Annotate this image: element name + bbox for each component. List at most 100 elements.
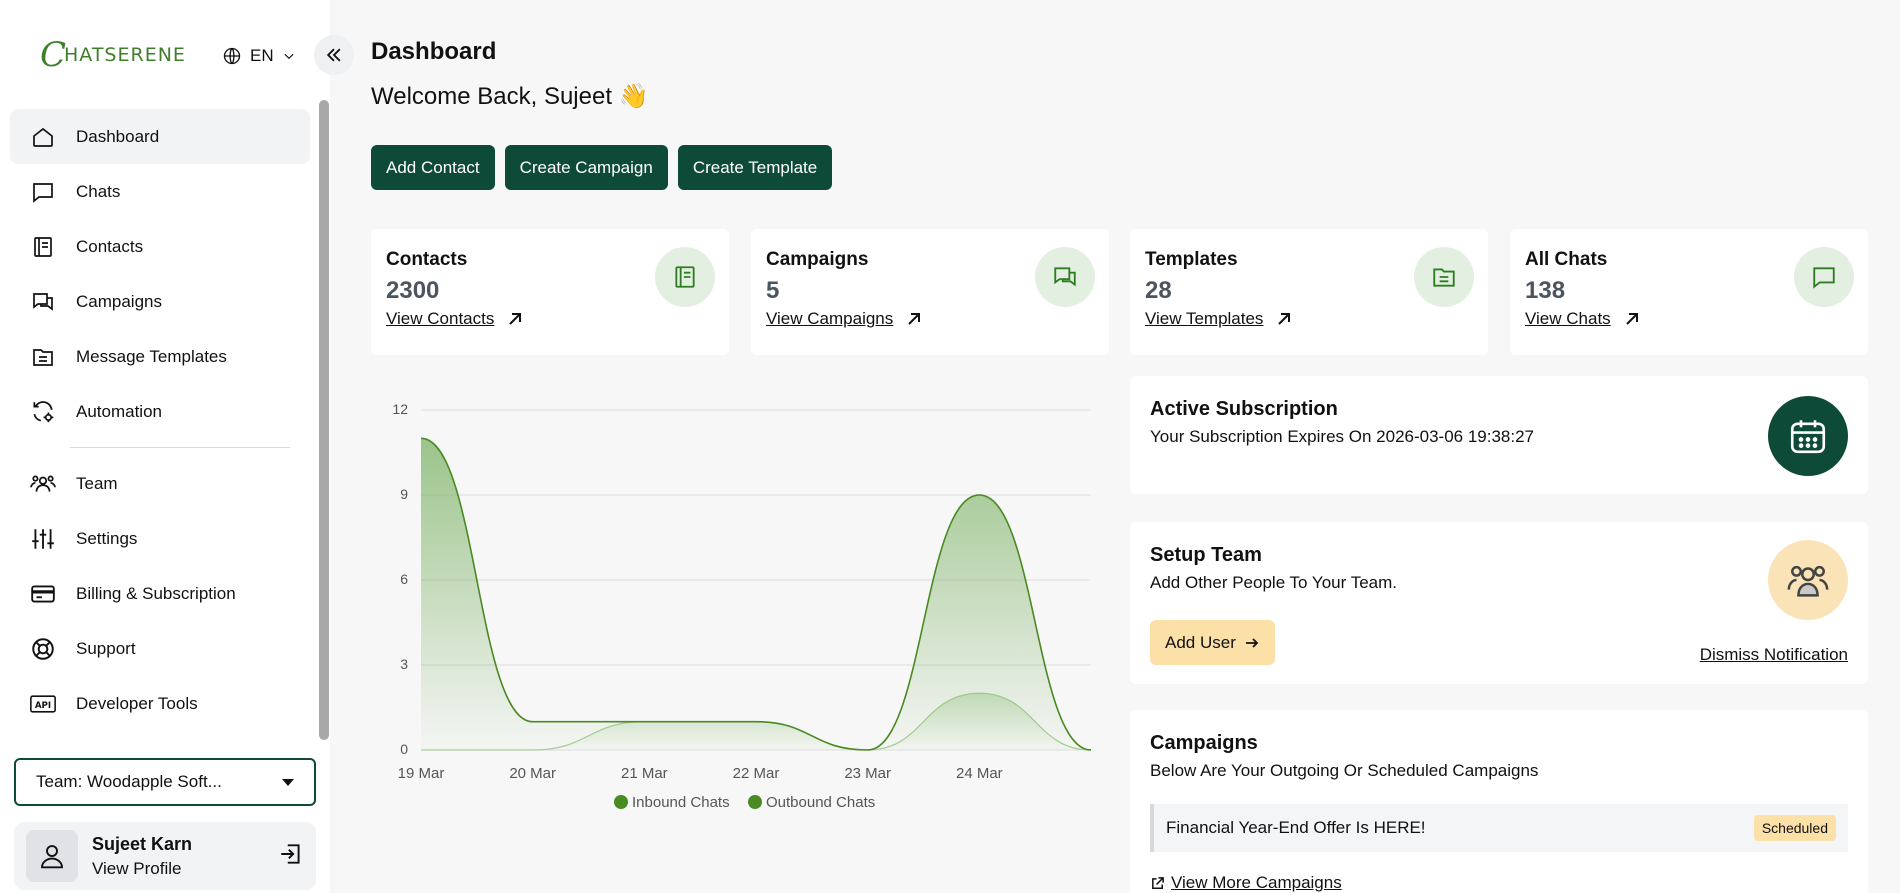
logout-icon xyxy=(281,843,300,864)
svg-text:API: API xyxy=(35,700,51,710)
create-template-button[interactable]: Create Template xyxy=(677,145,833,190)
page-title: Dashboard xyxy=(371,38,497,65)
legend-label[interactable]: Outbound Chats xyxy=(766,794,875,811)
calendar-icon xyxy=(1768,396,1848,476)
x-tick-label: 21 Mar xyxy=(621,765,668,782)
status-badge: Scheduled xyxy=(1753,815,1836,841)
sidebar-item-label: Message Templates xyxy=(76,346,227,366)
view-more-campaigns-label: View More Campaigns xyxy=(1171,873,1342,892)
settings-sliders-icon xyxy=(30,526,56,552)
y-tick-label: 12 xyxy=(392,401,408,417)
brand-logo[interactable]: C HATSERENE xyxy=(40,38,186,72)
sidebar-item-automation[interactable]: Automation xyxy=(10,384,310,439)
legend-swatch xyxy=(748,795,762,809)
sidebar-item-support[interactable]: Support xyxy=(10,621,310,676)
arrow-up-right-icon xyxy=(509,313,522,325)
view-profile-link[interactable]: View Profile xyxy=(92,859,192,879)
subscription-expiry: Your Subscription Expires On 2026-03-06 … xyxy=(1150,427,1535,446)
credit-card-icon xyxy=(30,581,56,607)
sidebar-item-billing[interactable]: Billing & Subscription xyxy=(10,566,310,621)
welcome-message: Welcome Back, Sujeet 👋 xyxy=(371,83,649,110)
arrow-right-icon xyxy=(1245,637,1259,648)
stat-card-templates: Templates 28 View Templates xyxy=(1130,229,1488,355)
brand-logo-mark: C xyxy=(40,35,67,75)
home-icon xyxy=(30,124,56,150)
chats-chart: 0 3 6 9 12 19 Mar 20 Mar 21 Mar 22 Mar 23 Mar 24 M… xyxy=(371,380,1101,820)
team-selector[interactable]: Team: Woodapple Soft... xyxy=(14,758,316,806)
stat-link-label: View Chats xyxy=(1525,309,1611,328)
stat-link-label: View Campaigns xyxy=(766,309,894,328)
quick-actions: Add Contact Create Campaign Create Templ… xyxy=(371,145,833,190)
contacts-book-icon xyxy=(30,234,56,260)
arrow-up-right-icon xyxy=(1625,313,1638,325)
sidebar-item-settings[interactable]: Settings xyxy=(10,511,310,566)
collapse-sidebar-button[interactable] xyxy=(314,35,354,75)
x-tick-label: 23 Mar xyxy=(844,765,891,782)
dismiss-notification-link[interactable]: Dismiss Notification xyxy=(1700,645,1848,665)
sidebar-item-label: Contacts xyxy=(76,236,144,256)
sidebar-item-label: Chats xyxy=(76,181,121,201)
sidebar-divider xyxy=(70,447,290,448)
sidebar-item-label: Billing & Subscription xyxy=(76,583,236,603)
setup-team-title: Setup Team xyxy=(1150,544,1262,566)
sidebar-item-team[interactable]: Team xyxy=(10,456,310,511)
x-tick-label: 19 Mar xyxy=(398,765,445,782)
external-link-icon xyxy=(1152,876,1164,889)
campaign-name: Financial Year-End Offer Is HERE! xyxy=(1166,818,1426,837)
team-icon xyxy=(1768,540,1848,620)
sidebar-item-campaigns[interactable]: Campaigns xyxy=(10,274,310,329)
sidebar-item-dashboard[interactable]: Dashboard xyxy=(10,109,310,164)
avatar[interactable] xyxy=(26,830,78,882)
sidebar-item-contacts[interactable]: Contacts xyxy=(10,219,310,274)
sidebar-item-label: Support xyxy=(76,638,136,658)
view-campaigns-link[interactable]: View Campaigns xyxy=(766,309,1094,329)
folder-template-icon xyxy=(30,344,56,370)
chevron-down-icon xyxy=(284,53,294,60)
view-contacts-link[interactable]: View Contacts xyxy=(386,309,714,329)
sidebar-item-label: Settings xyxy=(76,528,138,548)
campaigns-panel-title: Campaigns xyxy=(1150,732,1258,754)
add-user-button[interactable]: Add User xyxy=(1150,620,1275,665)
caret-down-icon xyxy=(282,778,294,786)
campaigns-icon xyxy=(1035,247,1095,307)
logout-button[interactable] xyxy=(278,841,304,872)
sidebar-nav: Dashboard Chats Contacts Campaigns Messa… xyxy=(10,109,310,731)
api-icon: API xyxy=(30,691,56,717)
legend-swatch xyxy=(614,795,628,809)
sidebar-item-label: Team xyxy=(76,473,118,493)
chat-icon xyxy=(30,179,56,205)
language-selector[interactable]: EN xyxy=(222,46,296,66)
legend-label[interactable]: Inbound Chats xyxy=(632,794,730,811)
x-tick-label: 24 Mar xyxy=(956,765,1003,782)
create-campaign-button[interactable]: Create Campaign xyxy=(504,145,668,190)
sidebar-item-chats[interactable]: Chats xyxy=(10,164,310,219)
sidebar-item-label: Automation xyxy=(76,401,162,421)
team-selector-value: Team: Woodapple Soft... xyxy=(36,772,222,791)
y-tick-label: 3 xyxy=(400,656,408,672)
stat-link-label: View Templates xyxy=(1145,309,1264,328)
view-chats-link[interactable]: View Chats xyxy=(1525,309,1853,329)
campaign-row[interactable]: Financial Year-End Offer Is HERE! Schedu… xyxy=(1150,804,1848,852)
y-tick-label: 0 xyxy=(400,741,408,757)
add-contact-button[interactable]: Add Contact xyxy=(371,145,495,190)
x-tick-label: 22 Mar xyxy=(733,765,780,782)
stat-link-label: View Contacts xyxy=(386,309,495,328)
series-area-0 xyxy=(421,438,1091,750)
x-tick-label: 20 Mar xyxy=(509,765,556,782)
view-templates-link[interactable]: View Templates xyxy=(1145,309,1473,329)
sidebar-item-label: Developer Tools xyxy=(76,693,198,713)
campaigns-icon xyxy=(30,289,56,315)
setup-team-subtitle: Add Other People To Your Team. xyxy=(1150,573,1397,592)
stat-card-campaigns: Campaigns 5 View Campaigns xyxy=(751,229,1109,355)
setup-team-panel: Setup Team Add Other People To Your Team… xyxy=(1130,522,1868,684)
sidebar-scrollbar[interactable] xyxy=(319,100,329,740)
sidebar-item-label: Dashboard xyxy=(76,126,160,146)
sidebar-item-developer-tools[interactable]: API Developer Tools xyxy=(10,676,310,731)
campaigns-panel-subtitle: Below Are Your Outgoing Or Scheduled Cam… xyxy=(1150,761,1539,780)
stat-card-all-chats: All Chats 138 View Chats xyxy=(1510,229,1868,355)
arrow-up-right-icon xyxy=(908,313,921,325)
y-tick-label: 9 xyxy=(400,486,408,502)
sidebar-item-message-templates[interactable]: Message Templates xyxy=(10,329,310,384)
view-more-campaigns-link[interactable]: View More Campaigns xyxy=(1150,873,1342,893)
sidebar-item-label: Campaigns xyxy=(76,291,162,311)
